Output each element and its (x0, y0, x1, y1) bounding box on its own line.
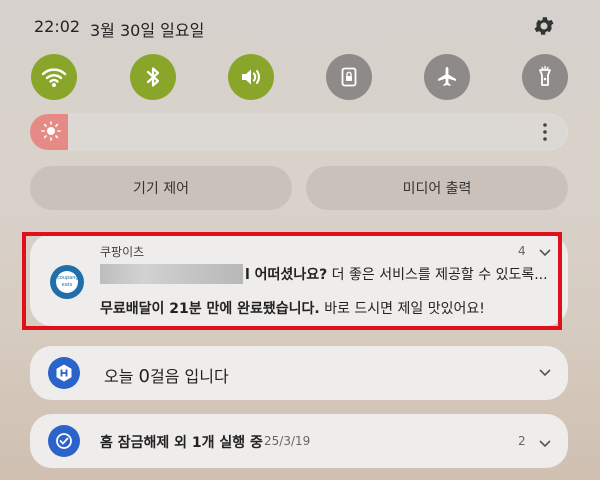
notification-title-bold: l 어떠셨나요? (245, 267, 328, 283)
bluetooth-icon (146, 67, 160, 87)
wifi-icon (41, 68, 67, 87)
sound-icon (242, 69, 260, 85)
running-date: 25/3/19 (264, 434, 311, 448)
steps-number: 0 (138, 366, 150, 387)
steps-suffix: 걸음 입니다 (149, 367, 229, 386)
sun-icon (40, 120, 62, 142)
redacted-text (100, 264, 243, 284)
running-count: 2 (518, 434, 526, 448)
gear-icon[interactable] (532, 14, 556, 38)
brightness-slider[interactable] (30, 114, 568, 150)
health-app-icon (48, 357, 80, 389)
flashlight-toggle[interactable] (522, 54, 568, 100)
bluetooth-toggle[interactable] (130, 54, 176, 100)
status-bar: 22:02 3월 30일 일요일 (0, 0, 600, 50)
clock: 22:02 (34, 17, 81, 36)
device-control-label: 기기 제어 (133, 181, 189, 197)
notification-title-rest: 더 좋은 서비스를 제공할 수 있도록... (327, 267, 548, 283)
sound-toggle[interactable] (228, 54, 274, 100)
notification-body: 무료배달이 21분 만에 완료됐습니다. 바로 드시면 제일 맛있어요! (100, 298, 485, 318)
chevron-down-icon[interactable] (538, 244, 552, 257)
notification-title: l 어떠셨나요? 더 좋은 서비스를 제공할 수 있도록... (245, 264, 548, 284)
chevron-down-icon[interactable] (538, 435, 552, 448)
notification-body-bold: 무료배달이 21분 만에 완료됐습니다. (100, 301, 320, 317)
running-text: 홈 잠금해제 외 1개 실행 중 (100, 435, 263, 451)
chevron-down-icon[interactable] (538, 364, 552, 377)
airplane-toggle[interactable] (424, 54, 470, 100)
coupang-eats-icon-text: coupang eats (57, 275, 79, 288)
wifi-toggle[interactable] (31, 54, 77, 100)
steps-text: 오늘 0걸음 입니다 (104, 363, 229, 387)
notification-count: 4 (518, 244, 526, 258)
more-options-icon[interactable] (540, 121, 550, 143)
coupang-eats-app-icon: coupang eats (50, 265, 84, 299)
steps-prefix: 오늘 (104, 367, 139, 386)
media-output-button[interactable]: 미디어 출력 (306, 166, 568, 210)
device-control-button[interactable]: 기기 제어 (30, 166, 292, 210)
flashlight-icon (539, 65, 551, 86)
notification-app-name: 쿠팡이츠 (100, 245, 145, 259)
media-output-label: 미디어 출력 (402, 181, 472, 197)
screen-lock-rotation-toggle[interactable] (326, 54, 372, 100)
quick-settings-row (0, 54, 600, 102)
date-label: 3월 30일 일요일 (90, 21, 205, 40)
routine-app-icon (48, 425, 80, 457)
notification-body-rest: 바로 드시면 제일 맛있어요! (319, 301, 485, 317)
screen-lock-rotation-icon (341, 67, 357, 87)
airplane-icon (438, 67, 456, 86)
